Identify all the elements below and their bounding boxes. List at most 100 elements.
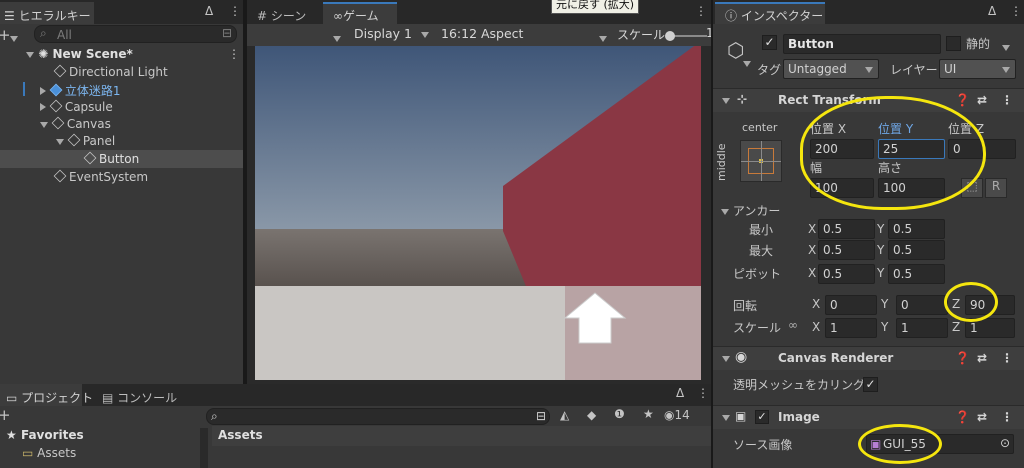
anchor-max-x[interactable]: 0.5 xyxy=(818,240,875,260)
tree-item-prefab[interactable]: 立体迷路1 xyxy=(40,82,120,99)
warning-filter-icon[interactable]: ❶ xyxy=(614,407,625,421)
filter-icon[interactable]: ⊟ xyxy=(222,26,232,40)
dropdown-icon[interactable] xyxy=(333,31,341,45)
anchor-min-x[interactable]: 0.5 xyxy=(818,219,875,239)
label-filter-icon[interactable]: ◆ xyxy=(587,408,596,422)
favorite-icon[interactable]: ★ xyxy=(643,407,654,421)
search-input[interactable]: ⌕ All ⊟ xyxy=(34,25,237,43)
tab-project[interactable]: ▭ プロジェクト xyxy=(0,384,93,406)
pivot-label: ピボット xyxy=(733,267,782,281)
help-icon[interactable]: ❓ xyxy=(955,93,970,107)
static-checkbox[interactable] xyxy=(946,36,961,51)
y-label: Y xyxy=(881,320,889,334)
tree-item[interactable]: EventSystem xyxy=(53,169,148,184)
layer-label: レイヤー xyxy=(890,63,938,77)
type-filter-icon[interactable]: ◭ xyxy=(560,408,569,422)
cull-checkbox[interactable]: ✓ xyxy=(863,377,878,392)
more-menu-icon[interactable]: ⋮ xyxy=(1010,4,1022,18)
preset-icon[interactable]: ⇄ xyxy=(977,351,987,365)
x-label: X xyxy=(812,320,821,334)
tab-scene[interactable]: # シーン xyxy=(247,2,319,24)
object-picker-icon[interactable]: ⊙ xyxy=(1000,436,1010,450)
tree-item-scene[interactable]: ✺ New Scene* xyxy=(26,47,133,61)
more-menu-icon[interactable]: ⋮ xyxy=(1001,93,1013,107)
eye-icon: ◉ xyxy=(735,349,748,365)
image-enabled-checkbox[interactable]: ✓ xyxy=(755,410,769,424)
dropdown-icon[interactable] xyxy=(10,31,18,45)
x-label: X xyxy=(808,266,817,280)
filter-icon[interactable]: ⊟ xyxy=(536,409,546,423)
object-name-field[interactable]: Button xyxy=(783,34,941,54)
tab-console[interactable]: ▤ コンソール xyxy=(92,384,182,406)
favorites-header[interactable]: ★ Favorites xyxy=(6,428,84,442)
tree-scrollbar[interactable] xyxy=(200,428,208,468)
tab-hierarchy[interactable]: ☰ ヒエラルキー xyxy=(0,2,94,24)
anchor-max-y[interactable]: 0.5 xyxy=(888,240,945,260)
highlight-source-circle xyxy=(858,424,942,464)
anchor-preset-button[interactable] xyxy=(740,140,782,182)
tree-item[interactable]: Directional Light xyxy=(53,64,168,79)
gameobject-icon xyxy=(49,99,63,113)
anchor-min-y[interactable]: 0.5 xyxy=(888,219,945,239)
raw-edit-button[interactable]: R xyxy=(985,178,1007,198)
more-menu-icon[interactable]: ⋮ xyxy=(697,386,709,400)
rot-y-field[interactable]: 0 xyxy=(896,295,948,315)
canvas-renderer-header[interactable]: ◉ Canvas Renderer ❓ ⇄ ⋮ xyxy=(713,346,1024,370)
eye-icon: ◉ xyxy=(664,408,675,422)
tree-item[interactable]: Button xyxy=(83,151,139,166)
preset-icon[interactable]: ⇄ xyxy=(977,410,987,424)
scale-y-field[interactable]: 1 xyxy=(896,318,948,338)
layer-dropdown[interactable]: UI xyxy=(939,59,1016,79)
help-icon[interactable]: ❓ xyxy=(955,351,970,365)
tree-item[interactable]: Canvas xyxy=(40,116,111,131)
visibility-count[interactable]: ◉14 xyxy=(664,408,690,422)
more-menu-icon[interactable]: ⋮ xyxy=(1001,351,1013,365)
y-label: Y xyxy=(877,266,885,280)
tab-game[interactable]: ∞ゲーム xyxy=(323,2,397,24)
rot-x-field[interactable]: 0 xyxy=(825,295,877,315)
lock-icon[interactable]: ᐃ xyxy=(988,4,996,18)
tree-item[interactable]: Panel xyxy=(56,133,115,148)
gameobject-icon[interactable]: ⬡ xyxy=(727,38,744,62)
assets-tree-item[interactable]: ▭ Assets xyxy=(22,446,76,460)
more-menu-icon[interactable]: ⋮ xyxy=(228,47,240,61)
game-panel: # シーン ∞ゲーム ⋮ Display 1 16:12 Aspect スケール… xyxy=(247,0,711,384)
expand-icon[interactable] xyxy=(26,52,34,58)
more-menu-icon[interactable]: ⋮ xyxy=(1001,410,1013,424)
y-label: Y xyxy=(877,243,885,257)
tree-item[interactable]: Capsule xyxy=(40,99,113,114)
dropdown-icon[interactable] xyxy=(743,56,751,70)
grid-icon: # xyxy=(257,9,268,23)
selection-bar xyxy=(23,82,25,96)
more-menu-icon[interactable]: ⋮ xyxy=(229,4,241,18)
static-dropdown-icon[interactable] xyxy=(1002,40,1010,54)
help-icon[interactable]: ❓ xyxy=(955,410,970,424)
dropdown-icon[interactable] xyxy=(599,31,607,45)
scale-slider[interactable] xyxy=(665,31,707,41)
inspector-panel: ⓘ インスペクター ᐃ ⋮ ⬡ ✓ Button 静的 タグ Untagged … xyxy=(713,0,1024,468)
scale-label: スケール xyxy=(733,321,782,335)
pivot-x[interactable]: 0.5 xyxy=(818,264,875,284)
scale-value: 1 xyxy=(706,26,711,40)
active-checkbox[interactable]: ✓ xyxy=(762,35,777,50)
scale-x-field[interactable]: 1 xyxy=(825,318,877,338)
project-search-input[interactable]: ⌕ ⊟ xyxy=(206,408,550,425)
gamepad-icon: ∞ xyxy=(333,9,343,23)
preset-icon[interactable]: ⇄ xyxy=(977,93,987,107)
add-icon[interactable]: + xyxy=(0,406,11,424)
tag-dropdown[interactable]: Untagged xyxy=(783,59,879,79)
aspect-dropdown[interactable]: 16:12 Aspect xyxy=(441,26,523,41)
display-dropdown[interactable]: Display 1 xyxy=(354,26,429,41)
add-icon[interactable]: + xyxy=(0,26,11,44)
more-menu-icon[interactable]: ⋮ xyxy=(695,4,707,18)
lock-icon[interactable]: ᐃ xyxy=(676,386,684,400)
game-viewport[interactable] xyxy=(255,46,701,380)
scale-label: スケール xyxy=(617,28,666,42)
pivot-y[interactable]: 0.5 xyxy=(888,264,945,284)
anchors-foldout[interactable]: アンカー xyxy=(721,202,780,219)
image-header[interactable]: ▣ ✓ Image ❓ ⇄ ⋮ xyxy=(713,405,1024,429)
lock-icon[interactable]: ᐃ xyxy=(205,4,213,18)
hierarchy-panel: ☰ ヒエラルキー ᐃ ⋮ + ⌕ All ⊟ ✺ New Scene* ⋮ Di… xyxy=(0,0,243,384)
link-icon[interactable]: ∞ xyxy=(788,318,798,332)
tab-inspector[interactable]: ⓘ インスペクター xyxy=(715,2,825,24)
